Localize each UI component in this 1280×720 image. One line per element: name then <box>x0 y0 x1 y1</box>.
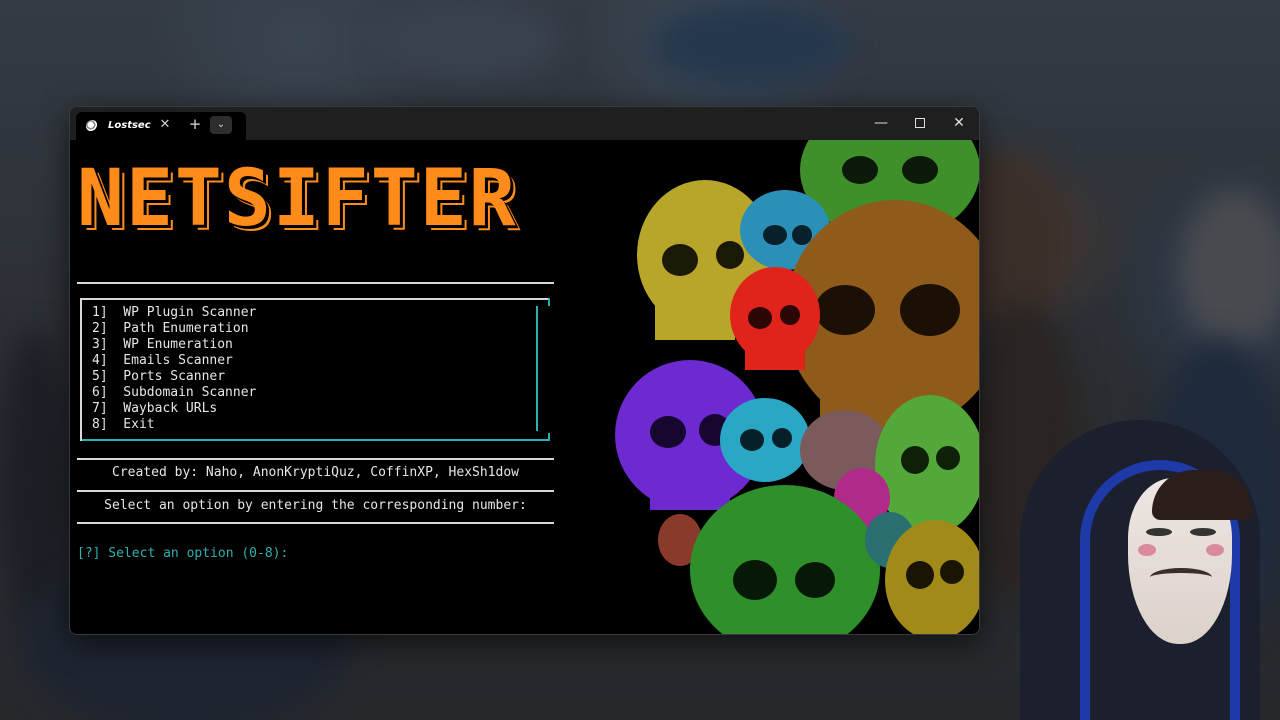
tab-title: Lostsec <box>108 120 151 131</box>
skulls-illustration <box>615 140 979 634</box>
new-tab-button[interactable]: + <box>186 116 204 132</box>
minimize-button[interactable]: — <box>867 113 895 133</box>
netsifter-logo: NETSIFTER <box>77 154 518 244</box>
menu-item: 6] Subdomain Scanner <box>92 385 257 400</box>
tab-close-icon[interactable]: ✕ <box>158 117 172 132</box>
menu-item: 7] Wayback URLs <box>92 401 218 416</box>
background-person <box>0 330 70 630</box>
close-button[interactable]: ✕ <box>945 113 973 133</box>
menu-item: 1] WP Plugin Scanner <box>92 305 257 320</box>
menu-item: 3] WP Enumeration <box>92 337 233 352</box>
credits-text: Created by: Naho, AnonKryptiQuz, CoffinX… <box>112 465 519 480</box>
terminal-area[interactable]: NETSIFTER 1] WP Plugin Scanner 2] Path E… <box>70 140 979 634</box>
title-bar[interactable]: Lostsec ✕ + ⌄ — ✕ <box>70 107 979 140</box>
menu-list: 1] WP Plugin Scanner 2] Path Enumeration… <box>92 305 256 433</box>
divider <box>77 458 554 460</box>
background-person <box>1180 190 1280 350</box>
menu-item: 5] Ports Scanner <box>92 369 226 384</box>
background-person <box>380 0 560 80</box>
menu-item: 2] Path Enumeration <box>92 321 249 336</box>
tab-dropdown-button[interactable]: ⌄ <box>210 116 232 134</box>
divider <box>77 522 554 524</box>
instruction-text: Select an option by entering the corresp… <box>104 498 527 513</box>
skull-cyan <box>720 398 810 482</box>
maximize-button[interactable] <box>906 113 934 133</box>
input-prompt[interactable]: [?] Select an option (0-8): <box>77 546 288 561</box>
terminal-window: Lostsec ✕ + ⌄ — ✕ NETSIFTER 1] WP Plugin… <box>69 106 980 635</box>
menu-item: 4] Emails Scanner <box>92 353 233 368</box>
background-person <box>650 0 850 90</box>
skull-logo-icon <box>86 120 98 132</box>
divider <box>77 282 554 284</box>
menu-item: 8] Exit <box>92 417 155 432</box>
divider <box>77 490 554 492</box>
maximize-icon <box>915 118 925 128</box>
